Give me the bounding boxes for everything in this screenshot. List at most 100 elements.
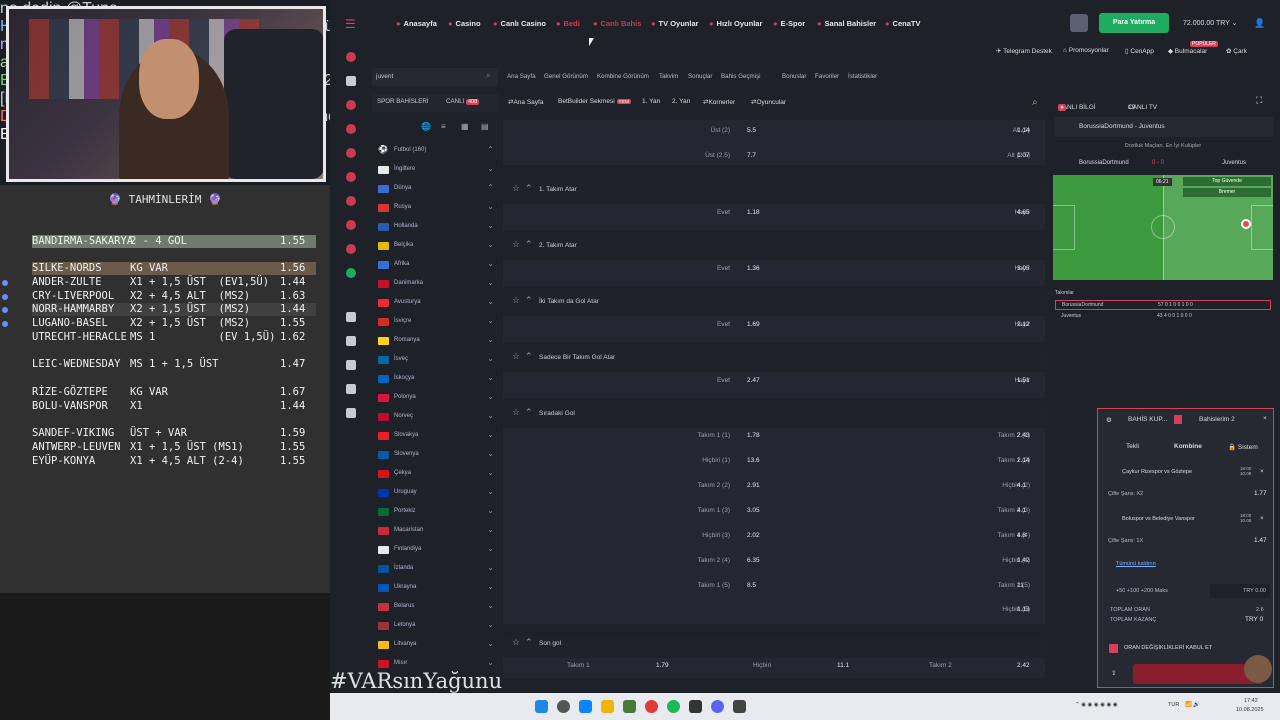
clear-all-link[interactable]: Tümünü kaldırın [1116, 561, 1156, 567]
rail-fast-games-icon[interactable] [346, 220, 356, 230]
match-select[interactable]: BorussiaDortmund - Juventus [1055, 117, 1273, 137]
rail-cenatv-icon[interactable] [346, 268, 356, 278]
country-item[interactable]: İsviçre ⌄ [378, 316, 494, 330]
country-item[interactable]: Çekya ⌄ [378, 468, 494, 482]
nav-item[interactable]: ● TV Oyunlar [651, 19, 699, 28]
rail-esport-icon[interactable] [346, 244, 356, 254]
search-input[interactable]: juvent [372, 68, 498, 86]
rail-wheel-icon[interactable] [346, 408, 356, 418]
star-icon[interactable]: ☆ [512, 637, 520, 648]
country-item[interactable]: Avusturya ⌄ [378, 297, 494, 311]
breadcrumb-item[interactable]: İstatistikler [848, 73, 877, 80]
rail-casino-icon[interactable] [346, 100, 356, 110]
country-item[interactable]: İskoçya ⌄ [378, 373, 494, 387]
rail-seven-icon[interactable] [346, 76, 356, 86]
odd-value[interactable]: 5.5 [747, 127, 756, 134]
star-icon[interactable]: ☆ [512, 407, 520, 418]
market-tab[interactable]: ⇄Kornerler [703, 98, 735, 106]
network-icon[interactable]: 📶 🔊 [1185, 702, 1200, 708]
tab-my-bets[interactable]: Bahislerim 2 [1199, 416, 1235, 423]
odd-value[interactable]: 1.79 [656, 662, 669, 669]
language-indicator[interactable]: TUR [1168, 702, 1179, 708]
country-item[interactable]: İsveç ⌄ [378, 354, 494, 368]
selection1-remove-icon[interactable]: × [1260, 468, 1264, 475]
breadcrumb-item[interactable]: Favoriler [815, 73, 839, 80]
country-item[interactable]: Slovakya ⌄ [378, 430, 494, 444]
no-odd[interactable]: 2.12 [1017, 321, 1030, 328]
country-item[interactable]: Polonya ⌄ [378, 392, 494, 406]
odd-value[interactable]: 13.6 [747, 457, 760, 464]
country-item[interactable]: Norveç ⌄ [378, 411, 494, 425]
tab-sport-bets[interactable]: SPOR BAHİSLERİ [377, 98, 429, 105]
balance-dropdown[interactable]: 72.000.00 TRY ⌄ [1183, 19, 1238, 27]
odd-value[interactable]: 2.43 [1017, 432, 1030, 439]
nav-item[interactable]: ● Sanal Bahisler [817, 19, 876, 28]
secondary-nav-item[interactable]: ✈ Telegram Destek [996, 47, 1052, 55]
globe-view-icon[interactable]: 🌐 [421, 122, 431, 131]
breadcrumb-item[interactable]: Sonuçlar [688, 73, 712, 80]
nav-item[interactable]: ● Canlı Bahis [593, 19, 641, 28]
chevron-up-icon[interactable]: ⌃ [525, 637, 533, 648]
market-header[interactable] [503, 238, 1045, 260]
start-icon[interactable] [535, 700, 548, 713]
country-item[interactable]: Rusya ⌄ [378, 202, 494, 216]
yes-odd[interactable]: 2.47 [747, 377, 760, 384]
yes-odd[interactable]: 1.36 [747, 265, 760, 272]
country-item[interactable]: Danimarka ⌄ [378, 278, 494, 292]
nav-item[interactable]: ● Anasayfa [396, 19, 437, 28]
country-item[interactable]: Slovenya ⌄ [378, 449, 494, 463]
market-search-icon[interactable]: ⌕ [1032, 97, 1038, 108]
obs-taskbar-icon[interactable] [689, 700, 702, 713]
odd-value[interactable]: 4.1 [1017, 507, 1026, 514]
rail-live-icon[interactable] [346, 52, 356, 62]
tab-live[interactable]: CANLI 408 [446, 98, 480, 105]
no-odd[interactable]: 4.65 [1017, 209, 1030, 216]
rail-puzzle-icon[interactable] [346, 384, 356, 394]
odd-value[interactable]: 7.7 [747, 152, 756, 159]
odd-value[interactable]: 8.5 [747, 582, 756, 589]
odd-value[interactable]: 2.02 [747, 532, 760, 539]
nav-item[interactable]: ● Casino [448, 19, 481, 28]
country-item[interactable]: Portekiz ⌄ [378, 506, 494, 520]
breadcrumb-item[interactable]: Ana Sayfa [507, 73, 536, 80]
sport-football[interactable]: ⚽ Futbol (160) ⌃ [378, 145, 494, 159]
rail-gift-icon[interactable] [346, 336, 356, 346]
notepad-taskbar-icon[interactable] [623, 700, 636, 713]
market-tab[interactable]: ⇄Ana Sayfa [508, 98, 543, 106]
no-odd[interactable]: 1.51 [1017, 377, 1030, 384]
stake-input[interactable]: TRY 0.00 [1210, 584, 1270, 598]
market-header[interactable] [503, 182, 1045, 204]
country-item[interactable]: Romanya ⌄ [378, 335, 494, 349]
discord-taskbar-icon[interactable] [711, 700, 724, 713]
telegram-taskbar-icon[interactable] [579, 700, 592, 713]
country-item[interactable]: Mısır ⌄ [378, 658, 494, 672]
breadcrumb-item[interactable]: Bonuslar [782, 73, 806, 80]
yes-odd[interactable]: 1.69 [747, 321, 760, 328]
tab-bet-coupon[interactable]: BAHİS KUP... [1128, 416, 1167, 423]
secondary-nav-item[interactable]: ◆ Bulmacalar [1168, 47, 1207, 55]
nav-item[interactable]: ● Hızlı Oyunlar [709, 19, 762, 28]
accept-odds-checkbox[interactable] [1109, 644, 1118, 653]
system-tray-icons[interactable]: ⌃ ◉ ◉ ◉ ◉ ◉ ◉ [1075, 702, 1118, 708]
odd-value[interactable]: 1.07 [1017, 152, 1030, 159]
odd-value[interactable]: 4.8 [1017, 532, 1026, 539]
market-tab[interactable]: 1. Yarı [642, 98, 661, 105]
tab-combo[interactable]: Kombine [1174, 443, 1202, 450]
odd-value[interactable]: 1.14 [1017, 127, 1030, 134]
clock-time[interactable]: 17:42 [1244, 698, 1258, 704]
rail-live-casino-icon[interactable] [346, 148, 356, 158]
tab-single[interactable]: Tekli [1126, 443, 1139, 450]
breadcrumb-item[interactable]: Genel Görünüm [544, 73, 588, 80]
odd-value[interactable]: 1.13 [1017, 606, 1030, 613]
chevron-up-icon[interactable]: ⌃ [525, 239, 533, 250]
nav-item[interactable]: ● Bedi [556, 19, 580, 28]
star-icon[interactable]: ☆ [512, 183, 520, 194]
country-item[interactable]: Letonya ⌄ [378, 620, 494, 634]
chevron-up-icon[interactable]: ⌃ [525, 183, 533, 194]
country-item[interactable]: Litvanya ⌄ [378, 639, 494, 653]
breadcrumb-item[interactable]: Bahis Geçmişi [721, 73, 761, 80]
market-tab[interactable]: BetBuilder Sekmesi YENİ [558, 98, 632, 105]
country-item[interactable]: Ukrayna ⌄ [378, 582, 494, 596]
country-item[interactable]: Belarus ⌄ [378, 601, 494, 615]
rail-bet-icon[interactable] [346, 172, 356, 182]
